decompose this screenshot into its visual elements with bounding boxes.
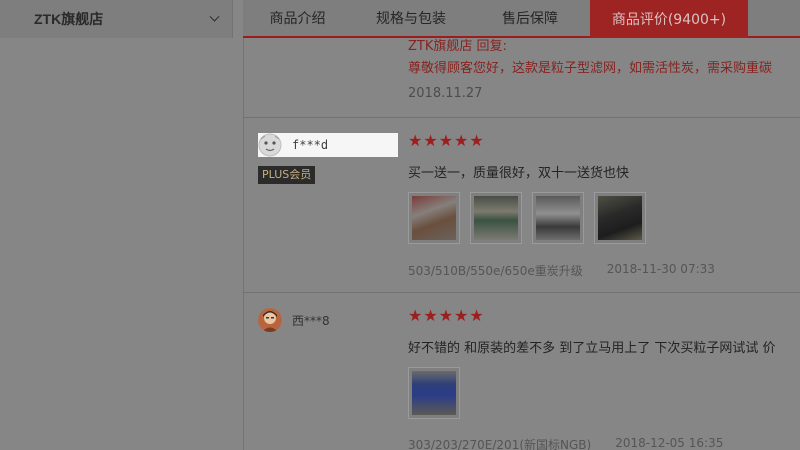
avatar [258, 133, 282, 157]
review-image-thumbnail[interactable] [408, 192, 460, 244]
reviewer-bar: f***d [258, 133, 398, 157]
star-icon: ★ [469, 306, 484, 325]
review-image-thumbnail[interactable] [532, 192, 584, 244]
review-divider [243, 117, 800, 118]
shop-name: ZTK旗舰店 [34, 11, 104, 27]
star-rating: ★ ★ ★ ★ ★ [408, 308, 484, 324]
review-text: 买一送一，质量很好，双十一送货也快 [408, 166, 630, 181]
star-icon: ★ [454, 131, 469, 150]
star-icon: ★ [438, 131, 454, 150]
shop-reply: ZTK旗舰店 回复: 尊敬得顾客您好，这款是粒子型滤网，如需活性炭，需采购重碳 [408, 36, 800, 80]
star-icon: ★ [469, 131, 484, 150]
reply-text: 尊敬得顾客您好，这款是粒子型滤网，如需活性炭，需采购重碳 [408, 61, 773, 76]
review-date: 2018-11-30 07:33 [606, 262, 715, 276]
review-images [408, 192, 646, 244]
review-meta: 303/203/270E/201(新国标NGB) 2018-12-05 16:3… [408, 436, 723, 450]
star-icon: ★ [438, 306, 454, 325]
reviewer-name[interactable]: f***d [292, 138, 328, 152]
reply-date: 2018.11.27 [408, 86, 483, 101]
review-text: 好不错的 和原装的差不多 到了立马用上了 下次买粒子网试试 价 [408, 341, 776, 356]
reviewer: 西***8 [258, 308, 330, 332]
star-icon: ★ [423, 306, 438, 325]
tab-product-intro[interactable]: 商品介绍 [243, 0, 352, 36]
review-image-thumbnail[interactable] [408, 367, 460, 419]
star-icon: ★ [408, 131, 423, 150]
product-variant: 503/510B/550e/650e重炭升级 [408, 264, 583, 278]
product-variant: 303/203/270E/201(新国标NGB) [408, 438, 592, 450]
reviewer: f***d [258, 133, 398, 157]
tab-specs-packaging[interactable]: 规格与包装 [352, 0, 470, 36]
reviewer-name[interactable]: 西***8 [292, 312, 330, 329]
product-tabs: 商品介绍 规格与包装 售后保障 商品评价(9400+) [243, 0, 800, 38]
review-date: 2018-12-05 16:35 [615, 436, 724, 450]
review-images [408, 367, 460, 419]
star-icon: ★ [408, 306, 423, 325]
star-icon: ★ [423, 131, 438, 150]
column-divider [243, 38, 244, 450]
avatar [258, 308, 282, 332]
review-divider [243, 292, 800, 293]
star-rating: ★ ★ ★ ★ ★ [408, 133, 484, 149]
tab-after-sales[interactable]: 售后保障 [470, 0, 590, 36]
shop-selector[interactable]: ZTK旗舰店 [0, 0, 233, 38]
reply-title: ZTK旗舰店 回复: [408, 39, 507, 54]
review-meta: 503/510B/550e/650e重炭升级 2018-11-30 07:33 [408, 262, 715, 279]
review-image-thumbnail[interactable] [594, 192, 646, 244]
star-icon: ★ [454, 306, 469, 325]
plus-member-badge: PLUS会员 [258, 166, 316, 184]
chevron-down-icon[interactable] [209, 11, 220, 22]
tab-reviews[interactable]: 商品评价(9400+) [590, 0, 748, 38]
review-image-thumbnail[interactable] [470, 192, 522, 244]
